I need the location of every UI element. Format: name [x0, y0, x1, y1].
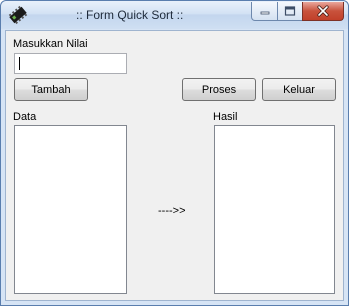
- maximize-icon: [284, 6, 296, 16]
- result-label: Hasil: [213, 111, 238, 123]
- exit-button[interactable]: Keluar: [262, 78, 336, 101]
- chip-icon: [7, 5, 29, 25]
- data-listbox[interactable]: [14, 125, 127, 294]
- title-bar[interactable]: :: Form Quick Sort ::: [1, 1, 348, 29]
- close-button[interactable]: [302, 2, 344, 21]
- arrow-label: ---->>: [158, 205, 186, 217]
- minimize-button[interactable]: [251, 2, 278, 21]
- app-window: :: Form Quick Sort :: Masukkan Nilai Tam…: [0, 0, 349, 306]
- form-body: Masukkan Nilai Tambah Proses Keluar Data…: [5, 30, 344, 301]
- maximize-button[interactable]: [277, 2, 303, 21]
- data-label: Data: [13, 111, 37, 123]
- window-title: :: Form Quick Sort ::: [76, 8, 184, 22]
- value-input[interactable]: [14, 53, 127, 74]
- process-button[interactable]: Proses: [182, 78, 256, 101]
- add-button[interactable]: Tambah: [14, 78, 88, 101]
- minimize-icon: [260, 11, 269, 15]
- text-caret: [19, 57, 20, 70]
- close-icon: [317, 5, 329, 17]
- input-label: Masukkan Nilai: [13, 38, 88, 50]
- result-listbox[interactable]: [214, 125, 335, 294]
